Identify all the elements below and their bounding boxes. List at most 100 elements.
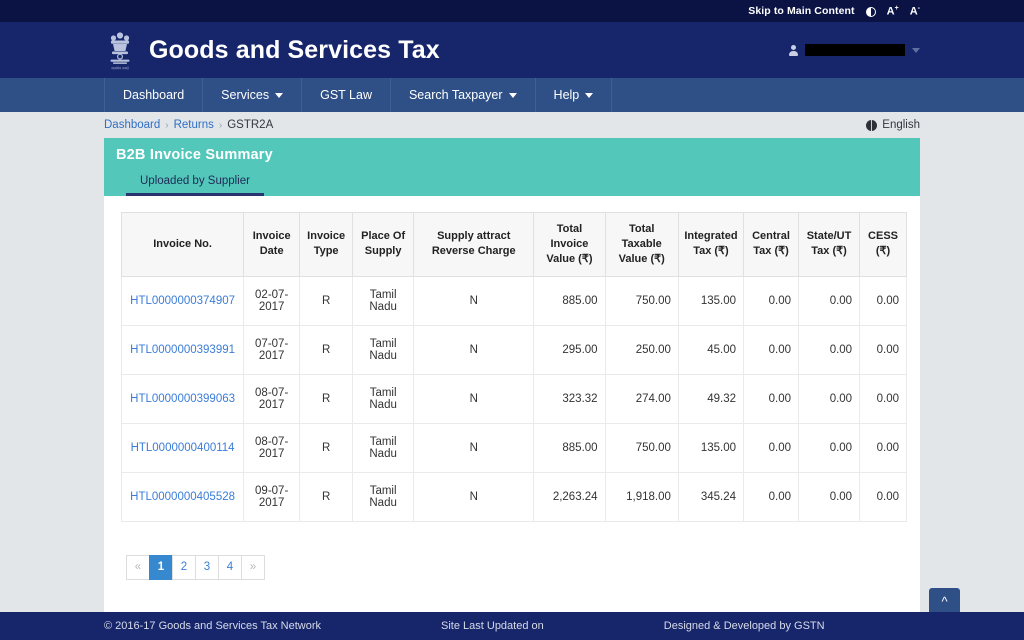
nav-item-gst-law[interactable]: GST Law <box>302 78 391 112</box>
cell-place-of-supply: Tamil Nadu <box>353 325 414 374</box>
india-national-emblem-icon: सत्यमेव जयते <box>104 29 136 71</box>
invoice-no-link[interactable]: HTL0000000393991 <box>130 344 235 356</box>
cell-place-of-supply: Tamil Nadu <box>353 423 414 472</box>
col-place-of-supply: Place Of Supply <box>353 213 414 277</box>
main-navigation: Dashboard Services GST Law Search Taxpay… <box>0 78 1024 112</box>
scroll-to-top-button[interactable]: ^ <box>929 588 960 614</box>
cell-invoice-no: HTL0000000374907 <box>122 276 244 325</box>
invoice-no-link[interactable]: HTL0000000374907 <box>130 295 235 307</box>
user-icon <box>789 45 798 56</box>
card-header: B2B Invoice Summary Uploaded by Supplier <box>104 138 920 196</box>
font-decrease-sup: - <box>918 5 920 12</box>
cell-reverse-charge: N <box>414 374 534 423</box>
cell-cess: 0.00 <box>860 374 907 423</box>
pagination-next[interactable]: » <box>241 555 265 580</box>
nav-item-label: Help <box>554 88 580 102</box>
col-cess: CESS (₹) <box>860 213 907 277</box>
pagination-page-1[interactable]: 1 <box>149 555 173 580</box>
pagination: « 1 2 3 4 » <box>126 555 903 580</box>
table-row: HTL0000000400114 08-07-2017 R Tamil Nadu… <box>122 423 907 472</box>
font-increase-button[interactable]: A+ <box>887 5 899 18</box>
font-increase-sup: + <box>895 5 899 12</box>
cell-total-invoice-value: 885.00 <box>534 276 605 325</box>
globe-icon <box>866 120 877 131</box>
col-integrated-tax: Integrated Tax (₹) <box>678 213 743 277</box>
breadcrumb-separator: › <box>165 120 168 131</box>
invoice-no-link[interactable]: HTL0000000400114 <box>131 442 235 454</box>
cell-total-invoice-value: 2,263.24 <box>534 472 605 521</box>
cell-integrated-tax: 49.32 <box>678 374 743 423</box>
cell-cess: 0.00 <box>860 276 907 325</box>
pagination-page-4[interactable]: 4 <box>218 555 242 580</box>
chevron-down-icon <box>509 93 517 98</box>
cell-invoice-type: R <box>300 472 353 521</box>
skip-to-main-content-link[interactable]: Skip to Main Content <box>748 5 854 17</box>
nav-item-dashboard[interactable]: Dashboard <box>104 78 203 112</box>
cell-place-of-supply: Tamil Nadu <box>353 374 414 423</box>
pagination-page-2[interactable]: 2 <box>172 555 196 580</box>
tab-label: Uploaded by Supplier <box>140 175 250 187</box>
invoice-no-link[interactable]: HTL0000000405528 <box>130 491 235 503</box>
nav-item-services[interactable]: Services <box>203 78 302 112</box>
svg-text:सत्यमेव जयते: सत्यमेव जयते <box>111 65 129 70</box>
contrast-toggle-icon[interactable] <box>866 7 876 17</box>
cell-state-ut-tax: 0.00 <box>799 374 860 423</box>
cell-invoice-no: HTL0000000405528 <box>122 472 244 521</box>
cell-state-ut-tax: 0.00 <box>799 276 860 325</box>
cell-invoice-no: HTL0000000393991 <box>122 325 244 374</box>
invoice-no-link[interactable]: HTL0000000399063 <box>130 393 235 405</box>
breadcrumb-separator: › <box>219 120 222 131</box>
cell-place-of-supply: Tamil Nadu <box>353 276 414 325</box>
cell-integrated-tax: 45.00 <box>678 325 743 374</box>
nav-item-help[interactable]: Help <box>536 78 613 112</box>
cell-central-tax: 0.00 <box>744 325 799 374</box>
font-decrease-button[interactable]: A- <box>910 5 920 18</box>
nav-item-label: GST Law <box>320 88 372 102</box>
cell-place-of-supply: Tamil Nadu <box>353 472 414 521</box>
col-total-invoice-value: Total Invoice Value (₹) <box>534 213 605 277</box>
cell-total-invoice-value: 885.00 <box>534 423 605 472</box>
site-title: Goods and Services Tax <box>149 36 440 65</box>
breadcrumb-item-gstr2a: GSTR2A <box>227 119 273 131</box>
top-utility-bar: Skip to Main Content A+ A- <box>0 0 1024 22</box>
pagination-page-3[interactable]: 3 <box>195 555 219 580</box>
cell-integrated-tax: 135.00 <box>678 423 743 472</box>
footer-developed-by: Designed & Developed by GSTN <box>664 620 825 632</box>
cell-central-tax: 0.00 <box>744 276 799 325</box>
cell-invoice-type: R <box>300 374 353 423</box>
table-row: HTL0000000405528 09-07-2017 R Tamil Nadu… <box>122 472 907 521</box>
cell-total-taxable-value: 750.00 <box>605 276 678 325</box>
chevron-down-icon[interactable] <box>912 48 920 53</box>
site-footer: © 2016-17 Goods and Services Tax Network… <box>0 612 1024 640</box>
tab-uploaded-by-supplier[interactable]: Uploaded by Supplier <box>126 169 264 196</box>
col-invoice-date: Invoice Date <box>244 213 300 277</box>
cell-invoice-type: R <box>300 325 353 374</box>
nav-item-search-taxpayer[interactable]: Search Taxpayer <box>391 78 536 112</box>
table-body: HTL0000000374907 02-07-2017 R Tamil Nadu… <box>122 276 907 521</box>
cell-invoice-no: HTL0000000400114 <box>122 423 244 472</box>
chevron-down-icon <box>275 93 283 98</box>
breadcrumb-item-dashboard[interactable]: Dashboard <box>104 119 160 131</box>
cell-cess: 0.00 <box>860 423 907 472</box>
breadcrumb-item-returns[interactable]: Returns <box>174 119 214 131</box>
col-state-ut-tax: State/UT Tax (₹) <box>799 213 860 277</box>
cell-reverse-charge: N <box>414 325 534 374</box>
language-selector[interactable]: English <box>866 119 920 131</box>
card-body: Invoice No. Invoice Date Invoice Type Pl… <box>104 196 920 640</box>
b2b-invoice-summary-card: B2B Invoice Summary Uploaded by Supplier… <box>104 138 920 640</box>
table-row: HTL0000000399063 08-07-2017 R Tamil Nadu… <box>122 374 907 423</box>
card-tabs: Uploaded by Supplier <box>126 169 264 196</box>
cell-invoice-date: 09-07-2017 <box>244 472 300 521</box>
user-menu[interactable] <box>789 44 920 56</box>
cell-integrated-tax: 345.24 <box>678 472 743 521</box>
invoice-summary-table: Invoice No. Invoice Date Invoice Type Pl… <box>121 212 907 522</box>
cell-total-taxable-value: 750.00 <box>605 423 678 472</box>
col-reverse-charge: Supply attract Reverse Charge <box>414 213 534 277</box>
cell-total-taxable-value: 250.00 <box>605 325 678 374</box>
nav-item-label: Services <box>221 88 269 102</box>
table-row: HTL0000000393991 07-07-2017 R Tamil Nadu… <box>122 325 907 374</box>
breadcrumb: Dashboard › Returns › GSTR2A <box>104 119 273 131</box>
pagination-prev[interactable]: « <box>126 555 150 580</box>
cell-total-taxable-value: 1,918.00 <box>605 472 678 521</box>
chevron-down-icon <box>585 93 593 98</box>
